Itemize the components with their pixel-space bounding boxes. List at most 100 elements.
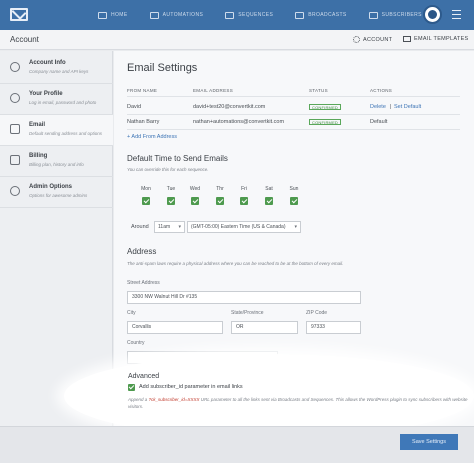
day-label: Fri — [241, 186, 247, 192]
main-nav: Home Automations Sequences Broadcasts Su… — [98, 0, 422, 30]
default-time-title: Default Time to Send Emails — [127, 154, 228, 163]
day-label: Thr — [216, 186, 224, 192]
subscriber-id-checkbox-label[interactable]: Add subscriber_id parameter in email lin… — [139, 384, 243, 390]
nav-home-label: Home — [111, 12, 128, 18]
nav-subscribers[interactable]: Subscribers — [368, 11, 422, 19]
zip-label: ZIP Code — [306, 310, 328, 316]
sidebar-item-title: Account Info — [29, 60, 66, 66]
account-link[interactable]: Account — [353, 36, 392, 43]
email-templates-link[interactable]: Email Templates — [403, 36, 469, 42]
top-navigation-bar: Home Automations Sequences Broadcasts Su… — [0, 0, 474, 30]
user-icon — [10, 93, 20, 103]
day-checkbox[interactable] — [142, 197, 150, 205]
action-separator: | — [390, 104, 392, 110]
gear-icon — [353, 36, 360, 43]
state-input[interactable]: OR — [231, 321, 298, 334]
column-header-from-name: From Name — [127, 88, 158, 93]
table-divider — [127, 96, 460, 97]
sidebar-item-subtitle: Default sending address and options — [29, 131, 103, 136]
default-label: Default — [370, 119, 388, 125]
sidebar-item-account-info[interactable]: Account Info Company name and API keys — [0, 53, 113, 84]
nav-automations[interactable]: Automations — [149, 11, 204, 19]
sidebar-item-title: Billing — [29, 153, 48, 159]
broadcast-icon — [295, 11, 305, 19]
nav-sequences-label: Sequences — [238, 12, 274, 18]
user-avatar-button[interactable] — [423, 5, 442, 24]
timezone-select[interactable]: (GMT-05:00) Eastern Time (US & Canada) ▾ — [187, 221, 301, 233]
subscriber-id-checkbox[interactable] — [128, 384, 135, 391]
save-settings-button[interactable]: Save Settings — [400, 434, 458, 450]
nav-subscribers-label: Subscribers — [381, 12, 422, 18]
zip-input[interactable]: 97333 — [306, 321, 361, 334]
day-checkbox[interactable] — [167, 197, 175, 205]
column-header-status: Status — [309, 88, 328, 93]
advanced-desc-pre: Append a — [128, 397, 148, 402]
sidebar-item-your-profile[interactable]: Your Profile Log in email, password and … — [0, 84, 113, 115]
automation-icon — [149, 11, 159, 19]
home-icon — [98, 11, 107, 19]
advanced-title: Advanced — [128, 373, 160, 380]
row1-email: david+test20@convertkit.com — [193, 104, 266, 110]
day-checkbox[interactable] — [191, 197, 199, 205]
column-header-email: Email Address — [193, 88, 233, 93]
around-label: Around — [131, 224, 149, 230]
sidebar-item-title: Admin Options — [29, 184, 72, 190]
row1-from-name: David — [127, 104, 142, 110]
timezone-select-value: (GMT-05:00) Eastern Time (US & Canada) — [191, 224, 286, 230]
advanced-description: Append a ?ck_subscriber_id=XXXX URL para… — [128, 396, 468, 410]
nav-broadcasts[interactable]: Broadcasts — [295, 11, 347, 19]
sidebar-item-subtitle: Billing plan, history and info — [29, 162, 84, 167]
address-title: Address — [127, 247, 157, 256]
status-badge: Confirmed — [309, 104, 342, 110]
street-address-input[interactable]: 3300 NW Walnut Hill Dr #135 — [127, 291, 361, 304]
day-checkbox[interactable] — [265, 197, 273, 205]
email-templates-label: Email Templates — [414, 36, 469, 42]
sequence-icon — [225, 11, 235, 19]
envelope-icon — [403, 36, 411, 42]
day-label: Wed — [189, 186, 201, 192]
time-select-value: 11am — [158, 224, 171, 230]
day-checkbox[interactable] — [290, 197, 298, 205]
page-header: Account Account Email Templates — [0, 30, 474, 50]
day-label: Mon — [141, 186, 151, 192]
sidebar-item-subtitle: Options for awesome admins — [29, 193, 88, 198]
sidebar-item-email[interactable]: Email Default sending address and option… — [0, 115, 113, 146]
table-divider — [127, 114, 460, 115]
time-select[interactable]: 11am ▾ — [154, 221, 185, 233]
chevron-down-icon: ▾ — [294, 224, 297, 230]
day-thr: Thr — [209, 186, 231, 210]
nav-home[interactable]: Home — [98, 11, 128, 19]
sidebar-item-admin-options[interactable]: Admin Options Options for awesome admins — [0, 177, 113, 208]
day-fri: Fri — [233, 186, 255, 210]
envelope-icon — [10, 124, 20, 134]
add-from-address-link[interactable]: + Add From Address — [127, 134, 177, 140]
day-label: Sat — [265, 186, 273, 192]
nav-automations-label: Automations — [162, 12, 204, 18]
sidebar-item-billing[interactable]: Billing Billing plan, history and info — [0, 146, 113, 177]
day-checkbox[interactable] — [240, 197, 248, 205]
day-label: Sun — [289, 186, 299, 192]
set-default-link[interactable]: Set Default — [394, 104, 421, 110]
day-sat: Sat — [258, 186, 280, 210]
envelope-logo-icon[interactable] — [10, 8, 28, 21]
account-link-label: Account — [363, 36, 393, 43]
nav-broadcasts-label: Broadcasts — [308, 12, 347, 18]
advanced-desc-code: ?ck_subscriber_id=XXXX — [148, 397, 200, 402]
hamburger-menu-icon[interactable] — [452, 10, 461, 19]
city-label: City — [127, 310, 136, 316]
state-label: State/Province — [231, 310, 264, 316]
chevron-down-icon: ▾ — [178, 224, 181, 230]
delete-link[interactable]: Delete — [370, 104, 386, 110]
subscribers-icon — [368, 11, 378, 19]
page-title: Account — [10, 35, 39, 44]
column-header-actions: Actions — [370, 88, 393, 93]
section-title: Email Settings — [127, 62, 198, 74]
day-sun: Sun — [283, 186, 305, 210]
street-address-label: Street Address — [127, 280, 160, 286]
day-checkbox[interactable] — [216, 197, 224, 205]
row2-from-name: Nathan Barry — [127, 119, 160, 125]
nav-sequences[interactable]: Sequences — [225, 11, 274, 19]
admin-icon — [10, 186, 20, 196]
day-tue: Tue — [160, 186, 182, 210]
city-input[interactable]: Corvallis — [127, 321, 223, 334]
